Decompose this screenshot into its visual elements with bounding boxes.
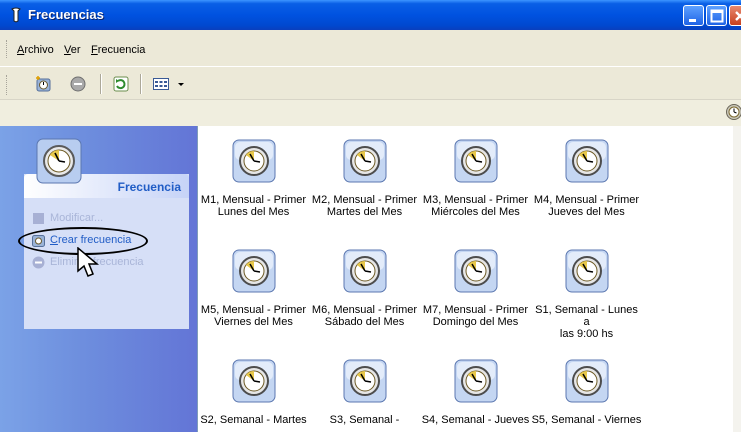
maximize-button[interactable]: [706, 5, 727, 26]
item-label: M3, Mensual - Primer Miércoles del Mes: [420, 194, 531, 218]
frequency-item[interactable]: M7, Mensual - Primer Domingo del Mes: [420, 249, 531, 328]
item-label-line2: Martes del Mes: [326, 206, 403, 218]
frequency-item[interactable]: M3, Mensual - Primer Miércoles del Mes: [420, 139, 531, 218]
mouse-cursor-icon: [77, 247, 100, 277]
item-label-line2: las 9:00 hs: [559, 328, 614, 340]
item-label-line1: M4, Mensual - Primer: [533, 194, 640, 206]
item-label: M6, Mensual - Primer Sábado del Mes: [309, 304, 420, 328]
minimize-button[interactable]: [683, 5, 704, 26]
item-label-line2: Viernes del Mes: [214, 316, 293, 328]
item-label: M4, Mensual - Primer Jueves del Mes: [531, 194, 642, 218]
item-label: S4, Semanal - Jueves: [420, 414, 531, 426]
item-label-line1: M2, Mensual - Primer: [311, 194, 418, 206]
navigation-bar: [0, 99, 741, 127]
menubar-grip[interactable]: [6, 40, 10, 58]
frequency-item[interactable]: M1, Mensual - Primer Lunes del Mes: [198, 139, 309, 218]
toolbar-separator: [140, 74, 142, 94]
item-label-line2: Sábado del Mes: [324, 316, 405, 328]
frequency-item[interactable]: M2, Mensual - Primer Martes del Mes: [309, 139, 420, 218]
frequency-item[interactable]: S2, Semanal - Martes: [198, 359, 309, 426]
item-label: S3, Semanal -: [309, 414, 420, 426]
maximize-icon: [710, 9, 724, 23]
view-dropdown-icon[interactable]: [177, 75, 185, 93]
toolbar-separator: [100, 74, 102, 94]
item-label-line1: S4, Semanal - Jueves: [421, 414, 530, 426]
item-label-line1: M6, Mensual - Primer: [311, 304, 418, 316]
edit-icon: [33, 213, 44, 224]
item-label: S1, Semanal - Lunes a las 9:00 hs: [531, 304, 642, 340]
task-modificar[interactable]: Modificar...: [32, 212, 103, 228]
item-label: S2, Semanal - Martes: [198, 414, 309, 426]
item-label-line2: Domingo del Mes: [432, 316, 519, 328]
task-panel: Frecuencia Modificar... Crear frecuencia…: [0, 126, 197, 432]
frequency-clock-icon: [565, 139, 608, 183]
frequency-clock-icon: [454, 249, 497, 293]
frequency-item[interactable]: S1, Semanal - Lunes a las 9:00 hs: [531, 249, 642, 340]
delete-icon: [32, 256, 45, 269]
frequency-clock-icon: [36, 138, 82, 184]
item-label-line1: S3, Semanal -: [329, 414, 400, 426]
frequency-clock-icon: [232, 249, 275, 293]
frequency-item[interactable]: M6, Mensual - Primer Sábado del Mes: [309, 249, 420, 328]
item-label-line1: S2, Semanal - Martes: [200, 414, 307, 426]
delete-icon[interactable]: [69, 75, 87, 93]
clock-small-icon[interactable]: [725, 103, 741, 121]
item-label-line2: Lunes del Mes: [217, 206, 290, 218]
menu-bar: Archivo Ver Frecuencia: [0, 30, 741, 66]
close-button[interactable]: [729, 5, 741, 26]
view-icon[interactable]: [152, 75, 170, 93]
title-bar: Frecuencias: [0, 0, 741, 30]
frequency-clock-icon: [232, 359, 275, 403]
item-label: M2, Mensual - Primer Martes del Mes: [309, 194, 420, 218]
task-eliminar[interactable]: Eliminar frecuencia: [32, 256, 144, 272]
frequency-clock-icon: [454, 359, 497, 403]
item-label-line2: Miércoles del Mes: [431, 206, 520, 218]
item-label-line1: M1, Mensual - Primer: [200, 194, 307, 206]
item-label-line1: S5, Semanal - Viernes: [531, 414, 642, 426]
frequency-clock-icon: [565, 359, 608, 403]
item-label: M1, Mensual - Primer Lunes del Mes: [198, 194, 309, 218]
item-label: M7, Mensual - Primer Domingo del Mes: [420, 304, 531, 328]
toolbar-grip[interactable]: [6, 75, 10, 95]
frequency-clock-icon: [343, 139, 386, 183]
item-label-line2: Jueves del Mes: [548, 206, 625, 218]
create-icon[interactable]: [35, 75, 53, 93]
item-label-line1: S1, Semanal - Lunes a: [535, 304, 638, 328]
items-view[interactable]: M1, Mensual - Primer Lunes del Mes M2, Men…: [197, 126, 734, 432]
close-icon: [735, 11, 741, 21]
item-label-line1: M5, Mensual - Primer: [200, 304, 307, 316]
frequency-item[interactable]: S3, Semanal -: [309, 359, 420, 426]
refresh-icon[interactable]: [112, 75, 130, 93]
frequency-item[interactable]: M5, Mensual - Primer Viernes del Mes: [198, 249, 309, 328]
frequency-clock-icon: [343, 249, 386, 293]
frequency-item[interactable]: S4, Semanal - Jueves: [420, 359, 531, 426]
frequency-clock-icon: [232, 139, 275, 183]
frequency-item[interactable]: S5, Semanal - Viernes: [531, 359, 642, 426]
frequency-clock-icon: [565, 249, 608, 293]
item-label-line1: M3, Mensual - Primer: [422, 194, 529, 206]
menu-frecuencia[interactable]: Frecuencia: [91, 44, 145, 56]
menu-archivo[interactable]: Archivo: [17, 44, 54, 56]
window-title: Frecuencias: [28, 7, 104, 22]
frequency-clock-icon: [343, 359, 386, 403]
frequency-item[interactable]: M4, Mensual - Primer Jueves del Mes: [531, 139, 642, 218]
toolbar: [0, 67, 741, 99]
task-title: Frecuencia: [117, 180, 181, 194]
frequency-clock-icon: [454, 139, 497, 183]
item-label-line1: M7, Mensual - Primer: [422, 304, 529, 316]
item-label: S5, Semanal - Viernes: [531, 414, 642, 426]
app-icon: [11, 7, 21, 23]
vertical-scrollbar[interactable]: [733, 126, 741, 432]
item-label: M5, Mensual - Primer Viernes del Mes: [198, 304, 309, 328]
menu-ver[interactable]: Ver: [64, 44, 81, 56]
minimize-icon: [689, 19, 696, 22]
